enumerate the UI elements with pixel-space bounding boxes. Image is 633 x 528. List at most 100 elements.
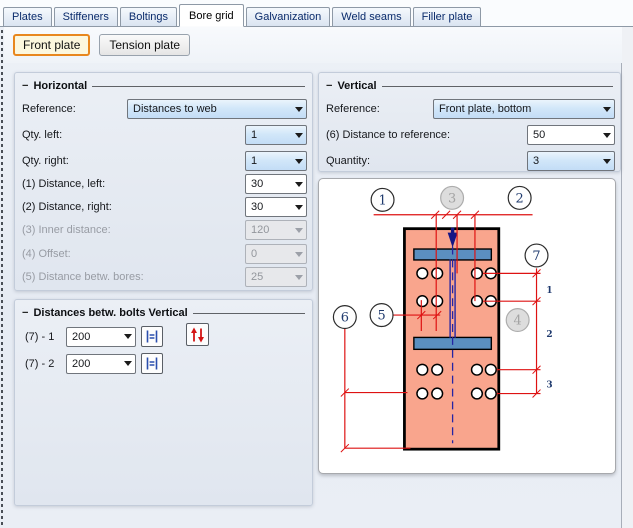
tab-boltings[interactable]: Boltings	[120, 7, 177, 26]
chevron-down-icon	[291, 252, 306, 257]
bolt-distance-row-2: (7) - 2 200	[15, 353, 312, 374]
tab-filler-plate[interactable]: Filler plate	[413, 7, 482, 26]
distance-bores-combo: 25	[245, 267, 307, 287]
inner-distance-label: (3) Inner distance:	[22, 224, 111, 236]
horizontal-group: − Horizontal Reference: Distances to web…	[14, 72, 313, 291]
tab-bore-grid[interactable]: Bore grid	[179, 4, 244, 27]
quantity-label: Quantity:	[326, 155, 370, 167]
distance-bores-label: (5) Distance betw. bores:	[22, 271, 144, 283]
offset-combo: 0	[245, 244, 307, 264]
callout-2: 2	[508, 186, 531, 209]
equal-distance-icon	[145, 357, 159, 370]
distance-left-row: (1) Distance, left: 30	[15, 174, 312, 194]
vertical-reference-row: Reference: Front plate, bottom	[319, 99, 620, 119]
horizontal-group-header: − Horizontal	[15, 73, 312, 95]
bolt-distances-header: − Distances betw. bolts Vertical	[15, 300, 312, 322]
right-gutter	[621, 27, 633, 528]
tab-plates[interactable]: Plates	[3, 7, 52, 26]
callout-4-disabled: 4	[506, 309, 529, 332]
collapse-glyph[interactable]: −	[326, 81, 332, 91]
svg-text:3: 3	[448, 191, 456, 206]
tab-bar: Plates Stiffeners Boltings Bore grid Gal…	[0, 0, 633, 27]
reference-select[interactable]: Distances to web	[127, 99, 307, 119]
vertical-reference-select[interactable]: Front plate, bottom	[433, 99, 615, 119]
svg-text:7: 7	[532, 249, 540, 264]
chevron-down-icon	[291, 275, 306, 280]
gap-labels: 1 2 3	[546, 286, 552, 390]
bolt-grid-diagram-panel: 1 3 2 7 4 6 5 1 2 3	[318, 178, 616, 474]
quantity-select[interactable]: 3	[527, 151, 615, 171]
group-title: Horizontal	[33, 80, 87, 92]
collapse-glyph[interactable]: −	[22, 81, 28, 91]
chevron-down-icon	[291, 159, 306, 164]
panel-splitter-handle[interactable]	[0, 0, 4, 528]
plate-selector-toolbar: Front plate Tension plate	[4, 27, 622, 63]
chevron-down-icon	[291, 107, 306, 112]
bolt-distance-1-combo[interactable]: 200	[66, 327, 136, 347]
inner-distance-row: (3) Inner distance: 120	[15, 220, 312, 240]
bolt-distances-group: − Distances betw. bolts Vertical (7) - 1…	[14, 299, 313, 506]
qty-right-select[interactable]: 1	[245, 151, 307, 171]
chevron-down-icon	[291, 182, 306, 187]
group-rule	[92, 86, 305, 87]
svg-text:1: 1	[378, 193, 386, 208]
distance-right-row: (2) Distance, right: 30	[15, 197, 312, 217]
chevron-down-icon	[291, 228, 306, 233]
chevron-down-icon	[120, 334, 135, 339]
callout-6: 6	[333, 306, 356, 329]
vertical-reference-label: Reference:	[326, 103, 380, 115]
group-title: Distances betw. bolts Vertical	[33, 307, 187, 319]
group-title: Vertical	[337, 80, 376, 92]
tab-galvanization[interactable]: Galvanization	[246, 7, 331, 26]
quantity-row: Quantity: 3	[319, 151, 620, 171]
distance-to-reference-combo[interactable]: 50	[527, 125, 615, 145]
qty-left-select[interactable]: 1	[245, 125, 307, 145]
equal-distance-button-1[interactable]	[141, 326, 163, 347]
equal-distance-icon	[145, 330, 159, 343]
tab-stiffeners[interactable]: Stiffeners	[54, 7, 118, 26]
qty-left-label: Qty. left:	[22, 129, 62, 141]
reference-row: Reference: Distances to web	[15, 99, 312, 119]
bolt-distance-2-label: (7) - 2	[25, 358, 61, 370]
tension-plate-button[interactable]: Tension plate	[99, 34, 190, 56]
swap-vertical-icon	[190, 327, 205, 343]
offset-label: (4) Offset:	[22, 248, 71, 260]
callout-7: 7	[525, 244, 548, 267]
distance-to-reference-row: (6) Distance to reference: 50	[319, 125, 620, 145]
chevron-down-icon	[291, 133, 306, 138]
qty-right-label: Qty. right:	[22, 155, 69, 167]
swap-direction-button[interactable]	[186, 323, 209, 346]
chevron-down-icon	[291, 205, 306, 210]
svg-text:6: 6	[341, 311, 349, 326]
group-rule	[382, 86, 613, 87]
svg-text:5: 5	[377, 309, 385, 324]
svg-text:2: 2	[546, 330, 552, 340]
bolt-distance-2-combo[interactable]: 200	[66, 354, 136, 374]
vertical-group: − Vertical Reference: Front plate, botto…	[318, 72, 621, 172]
distance-bores-row: (5) Distance betw. bores: 25	[15, 267, 312, 287]
collapse-glyph[interactable]: −	[22, 308, 28, 318]
tab-weld-seams[interactable]: Weld seams	[332, 7, 410, 26]
chevron-down-icon	[599, 133, 614, 138]
chevron-down-icon	[599, 107, 614, 112]
chevron-down-icon	[120, 361, 135, 366]
qty-right-row: Qty. right: 1	[15, 151, 312, 171]
distance-right-combo[interactable]: 30	[245, 197, 307, 217]
distance-right-label: (2) Distance, right:	[22, 201, 112, 213]
callout-1: 1	[371, 188, 394, 211]
svg-text:1: 1	[546, 286, 552, 296]
vertical-group-header: − Vertical	[319, 73, 620, 95]
inner-distance-combo: 120	[245, 220, 307, 240]
front-plate-button[interactable]: Front plate	[13, 34, 90, 56]
distance-left-combo[interactable]: 30	[245, 174, 307, 194]
svg-text:3: 3	[546, 381, 552, 391]
bolt-distance-1-label: (7) - 1	[25, 331, 61, 343]
equal-distance-button-2[interactable]	[141, 353, 163, 374]
offset-row: (4) Offset: 0	[15, 244, 312, 264]
svg-text:2: 2	[516, 191, 524, 206]
distance-to-reference-label: (6) Distance to reference:	[326, 129, 450, 141]
bolt-distance-row-1: (7) - 1 200	[15, 326, 312, 347]
distance-left-label: (1) Distance, left:	[22, 178, 105, 190]
callout-5: 5	[370, 304, 393, 327]
svg-text:4: 4	[514, 314, 522, 329]
